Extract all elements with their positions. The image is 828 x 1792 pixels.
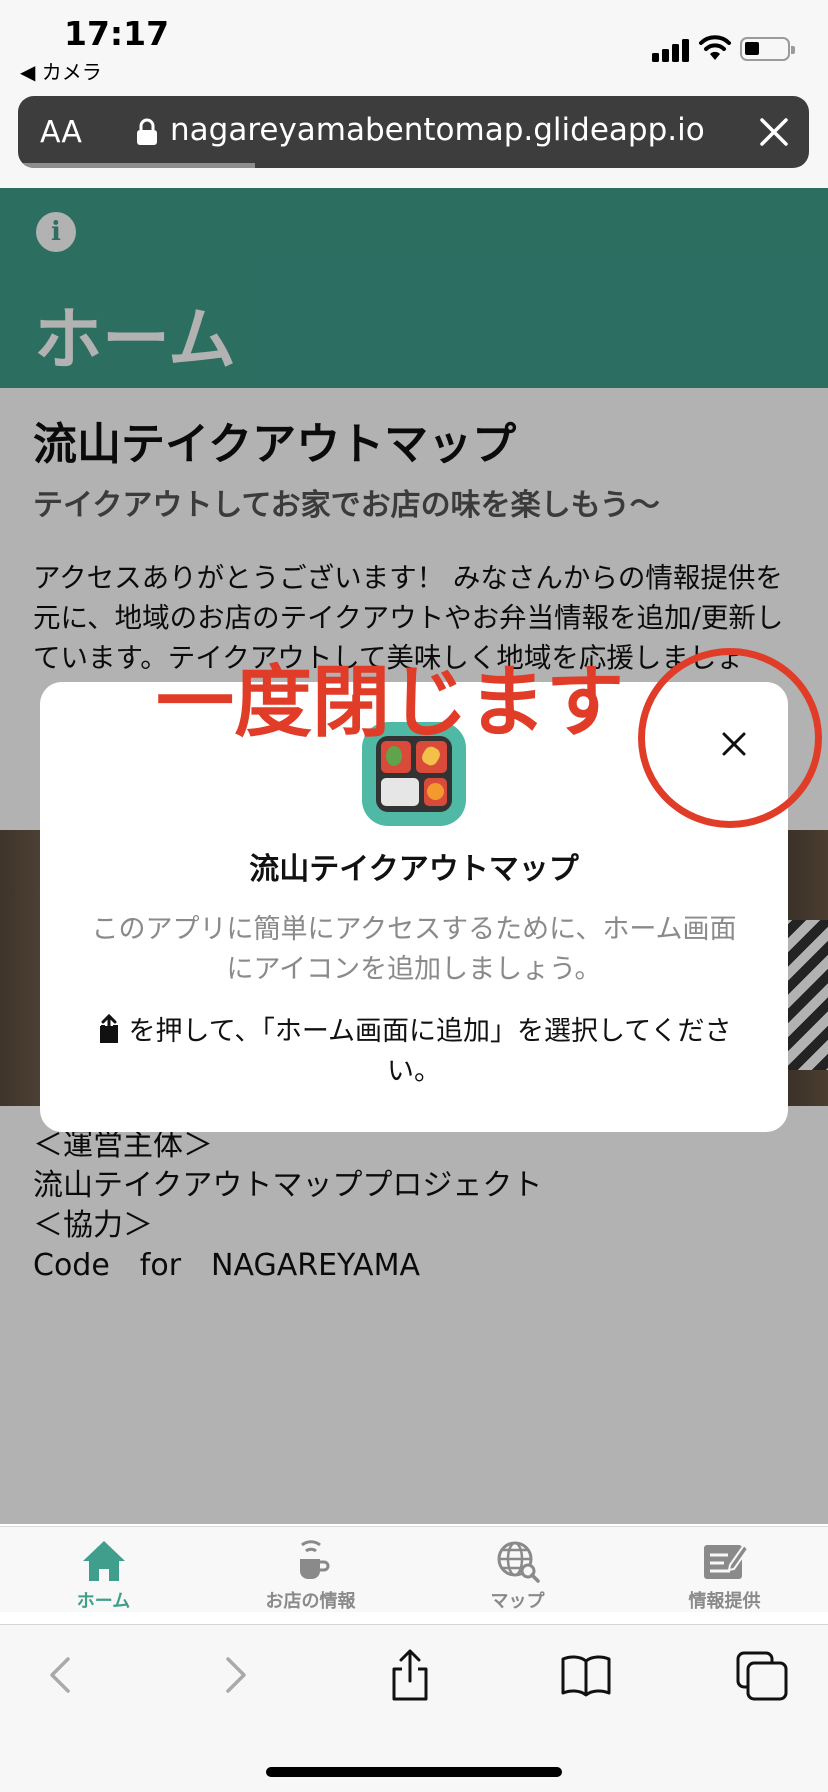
dialog-instruction: を押して、「ホーム画面に追加」を選択してください。: [80, 1012, 748, 1092]
close-icon[interactable]: [756, 114, 792, 150]
wifi-icon: [699, 35, 731, 60]
tab-label: 情報提供: [688, 1591, 761, 1612]
tab-map[interactable]: マップ: [414, 1527, 621, 1613]
tab-label: お店の情報: [265, 1591, 356, 1612]
takeout-cup-icon: [299, 1540, 329, 1579]
tab-shop-info[interactable]: お店の情報: [207, 1527, 414, 1613]
back-arrow-icon[interactable]: [34, 1647, 90, 1703]
battery-icon: [740, 37, 795, 61]
cellular-signal-icon: [652, 38, 692, 62]
safari-toolbar: [0, 1624, 828, 1792]
dialog-description: このアプリに簡単にアクセスするために、ホーム画面にアイコンを追加しましょう。: [91, 914, 737, 985]
bottom-tab-bar: ホーム お店の情報 マップ 情報提供: [0, 1526, 828, 1612]
back-to-camera-link[interactable]: ◀ カメラ: [20, 56, 102, 85]
tab-label: マップ: [490, 1591, 545, 1612]
browser-address-area: AA nagareyamabentomap.glideapp.io: [0, 92, 828, 188]
bookmarks-book-icon[interactable]: [558, 1647, 614, 1703]
annotation-label: 一度閉じます: [156, 658, 625, 748]
share-icon: [99, 1014, 118, 1043]
instruction-text: を押して、「ホーム画面に追加」を選択してください。: [128, 1016, 732, 1087]
tabs-icon[interactable]: [734, 1647, 790, 1703]
share-icon[interactable]: [382, 1647, 438, 1703]
dialog-title: 流山テイクアウトマップ: [249, 852, 579, 887]
page-load-progress: [18, 163, 256, 168]
status-time: 17:17: [64, 14, 170, 53]
house-icon: [82, 1541, 125, 1581]
lock-icon: [137, 118, 157, 145]
tab-label: ホーム: [76, 1591, 131, 1612]
globe-search-icon: [497, 1541, 540, 1583]
tab-submit-info[interactable]: 情報提供: [621, 1527, 828, 1613]
annotation-circle: [638, 648, 822, 828]
edit-form-icon: [703, 1543, 749, 1579]
home-indicator: [266, 1767, 562, 1777]
text-size-button[interactable]: AA: [40, 115, 82, 150]
address-bar[interactable]: AA nagareyamabentomap.glideapp.io: [18, 96, 809, 168]
forward-arrow-icon[interactable]: [206, 1647, 262, 1703]
status-bar: 17:17 ◀ カメラ: [0, 0, 828, 92]
tab-home[interactable]: ホーム: [0, 1527, 207, 1613]
url-text[interactable]: nagareyamabentomap.glideapp.io: [170, 112, 705, 148]
